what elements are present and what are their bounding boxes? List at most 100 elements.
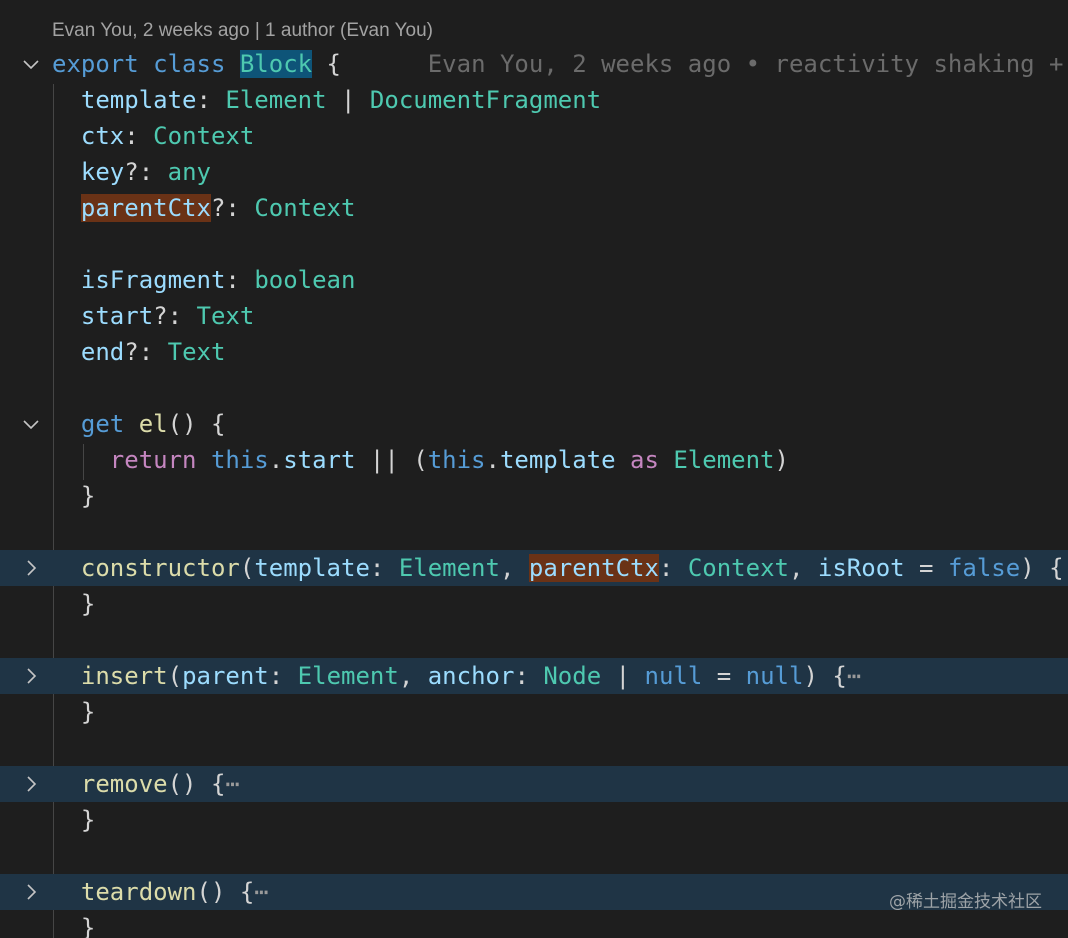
type-name: Text: [167, 338, 226, 366]
colon: :: [658, 554, 688, 582]
comma: ,: [788, 554, 818, 582]
method-name: teardown: [80, 878, 197, 906]
property-name: start: [80, 302, 154, 330]
type-name: Node: [543, 662, 602, 690]
paren: (: [239, 554, 255, 582]
param-name: parent: [182, 662, 269, 690]
brace: {: [312, 50, 342, 78]
colon: ?:: [210, 194, 255, 222]
keyword-get: get: [80, 410, 125, 438]
keyword-this: this: [210, 446, 269, 474]
code-line-insert[interactable]: insert(parent: Element, anchor: Node | n…: [0, 658, 1068, 694]
colon: ?:: [124, 338, 168, 366]
property-name: template: [499, 446, 616, 474]
property-name: end: [80, 338, 125, 366]
brace: }: [80, 590, 96, 618]
colon: :: [514, 662, 544, 690]
param-name: isRoot: [817, 554, 905, 582]
watermark: @稀土掘金技术社区: [889, 892, 1042, 912]
code-line-close-brace[interactable]: }: [0, 802, 1068, 838]
union-pipe: |: [601, 662, 645, 690]
property-name: ctx: [80, 122, 125, 150]
chevron-right-icon[interactable]: [15, 766, 47, 802]
type-name: Element: [673, 446, 775, 474]
param-name: anchor: [427, 662, 515, 690]
code-line-close-brace[interactable]: }: [0, 910, 1068, 938]
keyword-return: return: [109, 446, 197, 474]
code-line-class-declaration[interactable]: export class Block { Evan You, 2 weeks a…: [0, 46, 1068, 82]
type-name: Element: [297, 662, 399, 690]
type-name: any: [167, 158, 211, 186]
chevron-down-icon[interactable]: [15, 46, 47, 82]
code-line-end[interactable]: end?: Text: [0, 334, 1068, 370]
code-line-close-brace[interactable]: }: [0, 478, 1068, 514]
type-name: Element: [398, 554, 500, 582]
folded-ellipsis-icon[interactable]: ⋯: [225, 770, 239, 798]
code-line-getter-el[interactable]: get el() {: [0, 406, 1068, 442]
colon: :: [124, 122, 154, 150]
colon: :: [268, 662, 298, 690]
property-name: template: [80, 86, 197, 114]
colon: :: [369, 554, 399, 582]
comma: ,: [398, 662, 428, 690]
keyword-null: null: [745, 662, 804, 690]
code-line-constructor[interactable]: constructor(template: Element, parentCtx…: [0, 550, 1068, 586]
code-editor[interactable]: Evan You, 2 weeks ago | 1 author (Evan Y…: [0, 0, 1068, 938]
git-blame-codelens[interactable]: Evan You, 2 weeks ago | 1 author (Evan Y…: [52, 16, 433, 46]
code-line-ctx[interactable]: ctx: Context: [0, 118, 1068, 154]
paren: (: [167, 662, 183, 690]
code-line-template[interactable]: template: Element | DocumentFragment: [0, 82, 1068, 118]
colon: ?:: [153, 302, 197, 330]
keyword-null: null: [644, 662, 703, 690]
type-name: DocumentFragment: [369, 86, 602, 114]
code-line-return[interactable]: return this.start || (this.template as E…: [0, 442, 1068, 478]
operator: || (: [355, 446, 428, 474]
brace: }: [80, 806, 96, 834]
punctuation: () {: [167, 410, 226, 438]
union-pipe: |: [326, 86, 370, 114]
method-name: insert: [80, 662, 168, 690]
code-line-key[interactable]: key?: any: [0, 154, 1068, 190]
punctuation: ) {: [1020, 554, 1064, 582]
dot: .: [485, 446, 500, 474]
code-line-start[interactable]: start?: Text: [0, 298, 1068, 334]
folded-ellipsis-icon[interactable]: ⋯: [847, 662, 861, 690]
type-name: Context: [153, 122, 255, 150]
punctuation: ) {: [803, 662, 847, 690]
class-name-block: Block: [239, 50, 313, 78]
brace: }: [80, 698, 96, 726]
chevron-right-icon[interactable]: [15, 874, 47, 910]
operator: =: [702, 662, 746, 690]
code-line-close-brace[interactable]: }: [0, 694, 1068, 730]
code-line-remove[interactable]: remove() {⋯: [0, 766, 1068, 802]
comma: ,: [499, 554, 529, 582]
punctuation: () {: [167, 770, 226, 798]
git-blame-inline: Evan You, 2 weeks ago • reactivity shaki…: [427, 50, 1064, 78]
type-name: Context: [254, 194, 356, 222]
property-name-highlighted: parentCtx: [80, 194, 211, 222]
type-name: Text: [196, 302, 255, 330]
code-line-isfragment[interactable]: isFragment: boolean: [0, 262, 1068, 298]
code-line-close-brace[interactable]: }: [0, 586, 1068, 622]
keyword-as: as: [630, 446, 659, 474]
colon: ?:: [124, 158, 168, 186]
colon: :: [225, 266, 255, 294]
chevron-right-icon[interactable]: [15, 658, 47, 694]
colon: :: [196, 86, 226, 114]
type-name: boolean: [254, 266, 356, 294]
chevron-down-icon[interactable]: [15, 406, 47, 442]
brace: }: [80, 914, 96, 938]
type-name: Context: [687, 554, 789, 582]
dot: .: [268, 446, 284, 474]
code-line-parentctx[interactable]: parentCtx?: Context: [0, 190, 1068, 226]
property-name: start: [283, 446, 356, 474]
method-name: el: [138, 410, 168, 438]
folded-ellipsis-icon[interactable]: ⋯: [254, 878, 268, 906]
property-name: key: [80, 158, 125, 186]
operator: =: [904, 554, 948, 582]
param-name-highlighted: parentCtx: [528, 554, 659, 582]
brace: }: [80, 482, 96, 510]
method-name: constructor: [80, 554, 240, 582]
chevron-right-icon[interactable]: [15, 550, 47, 586]
punctuation: () {: [196, 878, 255, 906]
